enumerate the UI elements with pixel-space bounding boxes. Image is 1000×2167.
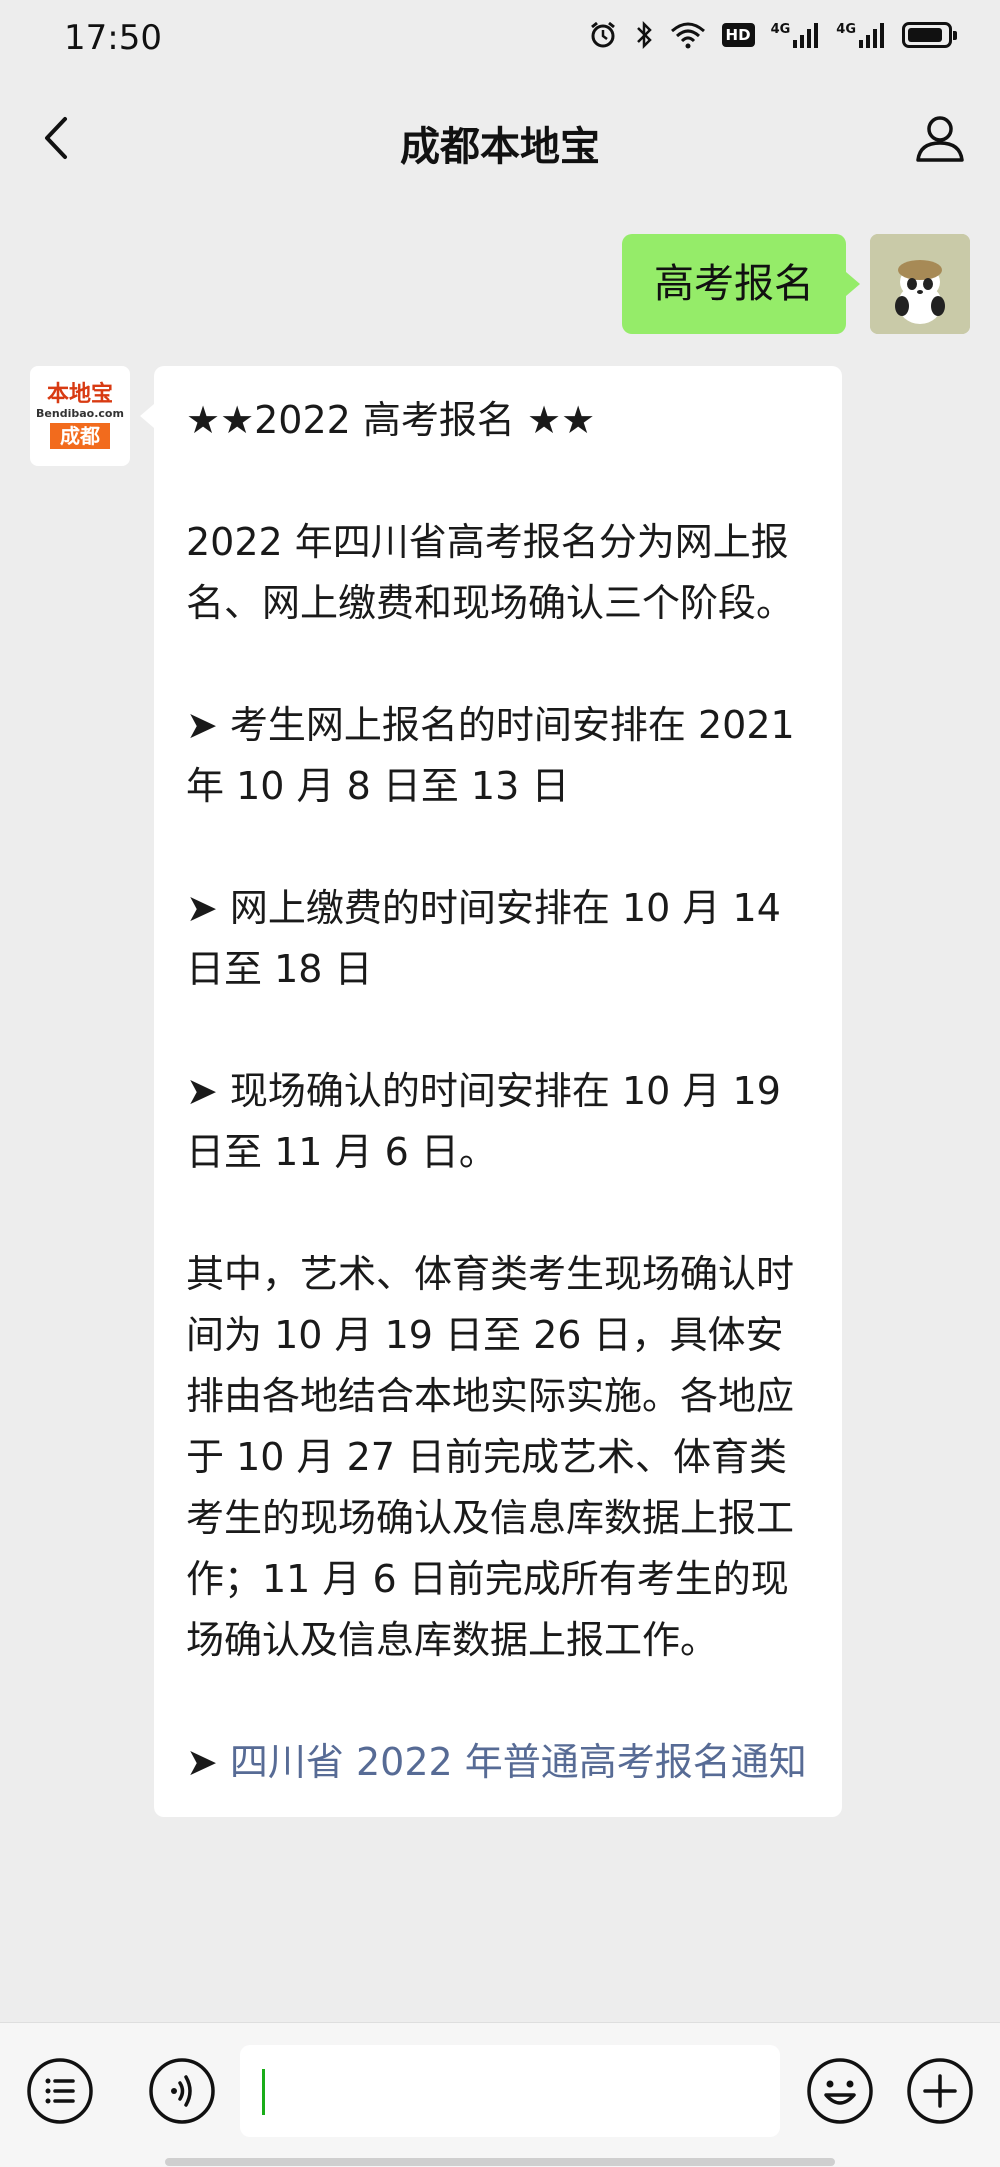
hd-voice-badge: HD (721, 23, 755, 47)
notice-link[interactable]: 四川省 2022 年普通高考报名通知 (230, 1740, 807, 1784)
battery-icon (902, 22, 957, 48)
message-item-registration: ➤ 考生网上报名的时间安排在 2021 年 10 月 8 日至 13 日 (186, 703, 795, 808)
bluetooth-icon (634, 20, 654, 50)
voice-button[interactable] (148, 2057, 216, 2125)
home-indicator[interactable] (165, 2158, 835, 2166)
message-link-line: ➤ 四川省 2022 年普通高考报名通知 (186, 1732, 812, 1793)
link-arrow: ➤ (186, 1740, 230, 1784)
avatar-url: Bendibao.com (36, 407, 124, 420)
message-intro: 2022 年四川省高考报名分为网上报名、网上缴费和现场确认三个阶段。 (186, 520, 795, 625)
message-item-payment: ➤ 网上缴费的时间安排在 10 月 14 日至 18 日 (186, 886, 781, 991)
network-type-2: 4G (836, 22, 856, 37)
plus-button[interactable] (906, 2057, 974, 2125)
signal-1: 4G (771, 22, 821, 48)
person-icon (916, 116, 964, 162)
message-heading: ★★2022 高考报名 ★★ (186, 398, 596, 442)
user-avatar[interactable] (870, 234, 970, 334)
avatar-city: 成都 (50, 423, 110, 449)
incoming-bubble[interactable]: ★★2022 高考报名 ★★ 2022 年四川省高考报名分为网上报名、网上缴费和… (140, 366, 842, 1817)
emoji-button[interactable] (806, 2057, 874, 2125)
input-bar (0, 2022, 1000, 2167)
avatar-brand: 本地宝 (46, 382, 113, 407)
signal-bars-icon (859, 23, 884, 48)
status-icons: HD 4G 4G (588, 20, 957, 50)
page-title: 成都本地宝 (400, 124, 600, 170)
voice-icon (149, 2058, 215, 2124)
outgoing-message: 高考报名 (622, 234, 970, 334)
incoming-message: 本地宝 Bendibao.com 成都 ★★2022 高考报名 ★★ 2022 … (30, 366, 842, 1817)
panda-avatar-icon (870, 234, 970, 334)
status-time: 17:50 (64, 18, 162, 58)
wifi-icon (670, 21, 706, 49)
message-item-confirmation: ➤ 现场确认的时间安排在 10 月 19 日至 11 月 6 日。 (186, 1069, 781, 1174)
menu-button[interactable] (26, 2057, 94, 2125)
nav-bar: 成都本地宝 (0, 78, 1000, 198)
status-bar: 17:50 HD 4G 4G (0, 0, 1000, 78)
profile-button[interactable] (910, 108, 970, 168)
outgoing-bubble[interactable]: 高考报名 (622, 234, 860, 334)
plus-icon (907, 2058, 973, 2124)
message-input[interactable] (240, 2045, 780, 2137)
text-cursor (262, 2069, 265, 2115)
list-menu-icon (27, 2058, 93, 2124)
network-type-1: 4G (770, 22, 791, 37)
emoji-icon (807, 2058, 873, 2124)
alarm-icon (588, 20, 618, 50)
signal-2: 4G (836, 22, 886, 48)
bendibao-avatar[interactable]: 本地宝 Bendibao.com 成都 (30, 366, 130, 466)
battery-fill (908, 28, 943, 42)
signal-bars-icon (793, 23, 819, 48)
message-detail: 其中，艺术、体育类考生现场确认时间为 10 月 19 日至 26 日，具体安排由… (186, 1252, 795, 1662)
chat-area[interactable]: 高考报名 本地宝 Bendibao.com 成都 ★★2022 高考报名 ★★ (0, 198, 1000, 2022)
